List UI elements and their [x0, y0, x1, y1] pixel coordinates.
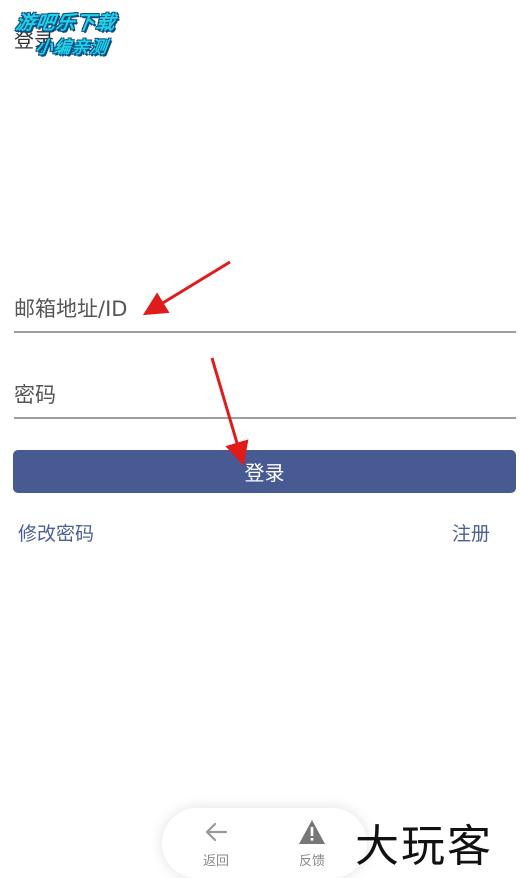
- bottom-nav-bar: 返回 反馈: [162, 808, 367, 878]
- watermark-line2: 小编亲测: [34, 38, 110, 58]
- brand-logo: 大玩客: [355, 821, 493, 872]
- feedback-button[interactable]: 反馈: [282, 818, 342, 869]
- change-password-link[interactable]: 修改密码: [18, 519, 94, 546]
- back-label: 返回: [202, 854, 229, 869]
- password-input[interactable]: [14, 373, 516, 417]
- email-field-container: [14, 287, 516, 333]
- watermark-line1: 游吧乐下载: [14, 12, 118, 34]
- register-link[interactable]: 注册: [452, 519, 490, 546]
- warning-icon: [299, 820, 325, 844]
- arrow-left-icon: [205, 822, 228, 842]
- annotation-arrows: [142, 260, 249, 466]
- password-field-container: [14, 373, 516, 419]
- watermark-logo: 游吧乐下载 小编亲测: [14, 8, 148, 68]
- login-button[interactable]: 登录: [13, 450, 516, 493]
- email-input[interactable]: [14, 287, 516, 331]
- feedback-label: 反馈: [298, 854, 325, 869]
- back-button[interactable]: 返回: [186, 818, 246, 869]
